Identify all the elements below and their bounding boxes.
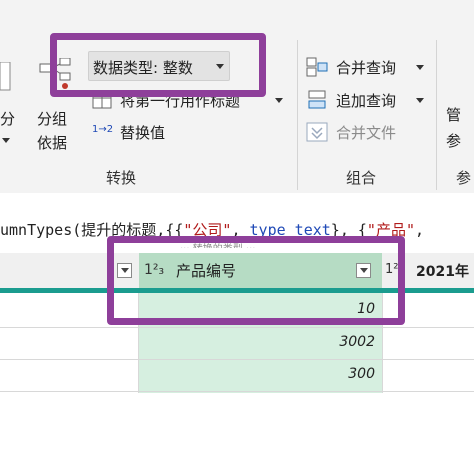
append-queries-icon xyxy=(308,90,326,109)
replace-values-label: 替换值 xyxy=(120,124,166,142)
manage-params-line2: 参 xyxy=(446,132,462,150)
highlight-box-data-type xyxy=(50,33,266,97)
combine-group-label: 组合 xyxy=(346,169,377,187)
left-partial-button[interactable]: 分 xyxy=(0,60,26,155)
merge-queries-label: 合并查询 xyxy=(336,59,397,77)
append-queries-button[interactable]: 追加查询 xyxy=(304,87,428,113)
replace-values-button[interactable]: 1→2 替换值 xyxy=(92,119,192,145)
row-divider xyxy=(0,391,474,392)
formula-token: umnTypes( xyxy=(0,221,82,239)
chevron-down-icon xyxy=(275,98,283,103)
group-separator xyxy=(436,40,437,190)
chevron-down-icon xyxy=(2,138,10,143)
left-partial-label: 分 xyxy=(0,110,16,128)
formula-token: , xyxy=(414,221,425,239)
table-cell[interactable]: 300 xyxy=(139,366,375,382)
chevron-down-icon xyxy=(416,98,424,103)
merge-queries-icon xyxy=(306,57,328,77)
append-queries-label: 追加查询 xyxy=(336,92,397,110)
row-divider xyxy=(0,359,474,360)
combine-files-button[interactable]: 合并文件 xyxy=(304,119,428,145)
manage-params-line1: 管 xyxy=(446,106,462,124)
group-by-label-line1: 分组 xyxy=(37,110,68,128)
merge-queries-button[interactable]: 合并查询 xyxy=(304,54,428,80)
group-separator xyxy=(297,40,298,190)
replace-values-icon: 1→2 xyxy=(92,124,114,135)
params-group-label: 参 xyxy=(456,169,472,187)
combine-files-icon xyxy=(306,122,328,142)
column-name-2021: 2021年 xyxy=(416,264,469,280)
row-divider xyxy=(0,327,474,328)
partial-table-icon xyxy=(0,62,11,91)
highlight-box-column-header xyxy=(107,236,405,325)
chevron-down-icon xyxy=(416,65,424,70)
combine-files-label: 合并文件 xyxy=(336,124,397,142)
manage-parameters-button[interactable]: 管 参 xyxy=(446,104,474,160)
transform-group-label: 转换 xyxy=(106,169,137,187)
table-cell[interactable]: 3002 xyxy=(139,334,375,350)
group-by-label-line2: 依据 xyxy=(37,134,68,152)
